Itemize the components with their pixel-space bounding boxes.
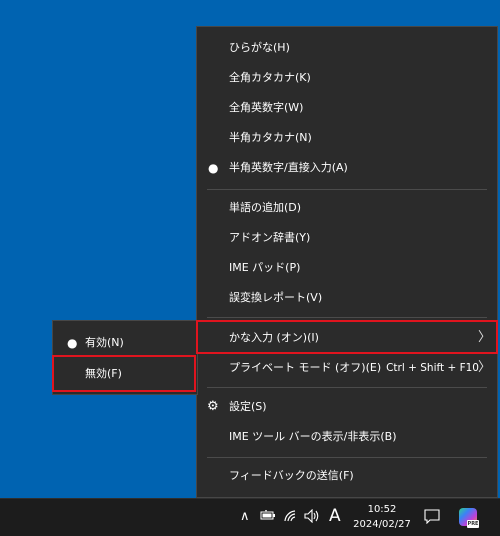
taskbar: ∧ A 10:52 2024/02/27 PRE — [0, 498, 500, 536]
menu-separator — [207, 457, 487, 458]
menu-item-label: 無効(F) — [85, 367, 122, 380]
menu-item-toggle-toolbar[interactable]: IME ツール バーの表示/非表示(B) — [197, 422, 497, 452]
chevron-right-icon: 〉 — [477, 330, 491, 345]
clock-date: 2024/02/27 — [353, 519, 411, 530]
menu-item-label: IME ツール バーの表示/非表示(B) — [229, 430, 397, 443]
wifi-icon[interactable] — [284, 510, 298, 526]
menu-item-hankaku-eisuu[interactable]: ● 半角英数字/直接入力(A) — [197, 153, 497, 183]
menu-item-label: アドオン辞書(Y) — [229, 231, 311, 244]
menu-item-label: フィードバックの送信(F) — [229, 469, 354, 482]
menu-item-zenkaku-eisuu[interactable]: 全角英数字(W) — [197, 93, 497, 123]
menu-item-zenkaku-katakana[interactable]: 全角カタカナ(K) — [197, 63, 497, 93]
menu-item-label: 全角英数字(W) — [229, 101, 304, 114]
menu-item-settings[interactable]: ⚙ 設定(S) — [197, 392, 497, 422]
battery-icon[interactable] — [260, 509, 276, 525]
menu-item-label: 設定(S) — [229, 400, 267, 413]
menu-item-label: プライベート モード (オフ)(E) — [229, 361, 382, 374]
selected-bullet-icon: ● — [67, 336, 78, 350]
menu-item-add-word[interactable]: 単語の追加(D) — [197, 193, 497, 223]
menu-item-send-feedback[interactable]: フィードバックの送信(F) — [197, 461, 497, 491]
menu-item-label: かな入力 (オン)(I) — [229, 331, 319, 344]
menu-item-hiragana[interactable]: ひらがな(H) — [197, 33, 497, 63]
menu-separator — [207, 387, 487, 388]
menu-item-label: 全角カタカナ(K) — [229, 71, 311, 84]
menu-item-hankaku-katakana[interactable]: 半角カタカナ(N) — [197, 123, 497, 153]
speaker-icon[interactable] — [304, 508, 320, 527]
menu-item-ime-pad[interactable]: IME パッド(P) — [197, 253, 497, 283]
selected-bullet-icon: ● — [208, 161, 219, 175]
menu-separator — [207, 189, 487, 190]
ime-context-menu: ひらがな(H) 全角カタカナ(K) 全角英数字(W) 半角カタカナ(N) ● 半… — [196, 26, 498, 498]
menu-item-addon-dictionary[interactable]: アドオン辞書(Y) — [197, 223, 497, 253]
menu-item-label: 有効(N) — [85, 336, 124, 349]
menu-item-label: ひらがな(H) — [229, 41, 290, 54]
menu-item-label: 誤変換レポート(V) — [229, 291, 323, 304]
kana-input-submenu: ● 有効(N) 無効(F) — [52, 320, 198, 395]
menu-item-label: 単語の追加(D) — [229, 201, 302, 214]
notification-icon[interactable] — [424, 509, 440, 528]
copilot-pre-badge: PRE — [467, 520, 479, 528]
clock-time: 10:52 — [367, 504, 397, 515]
menu-separator — [207, 317, 487, 318]
menu-item-label: 半角英数字/直接入力(A) — [229, 161, 348, 174]
show-hidden-icons-chevron-icon[interactable]: ∧ — [240, 509, 250, 524]
menu-item-label: IME パッド(P) — [229, 261, 301, 274]
submenu-item-enable[interactable]: ● 有効(N) — [53, 328, 197, 358]
submenu-item-disable[interactable]: 無効(F) — [53, 359, 197, 389]
gear-icon: ⚙ — [207, 399, 219, 414]
menu-item-private-mode[interactable]: プライベート モード (オフ)(E) Ctrl + Shift + F10 〉 — [197, 353, 497, 383]
menu-item-misconversion-report[interactable]: 誤変換レポート(V) — [197, 283, 497, 313]
clock[interactable]: 10:52 2024/02/27 — [346, 502, 418, 532]
ime-mode-indicator[interactable]: A — [329, 506, 341, 526]
menu-item-label: 半角カタカナ(N) — [229, 131, 312, 144]
chevron-right-icon: 〉 — [477, 360, 491, 375]
shortcut-text: Ctrl + Shift + F10 — [386, 362, 479, 374]
menu-item-kana-input[interactable]: かな入力 (オン)(I) 〉 — [197, 323, 497, 353]
